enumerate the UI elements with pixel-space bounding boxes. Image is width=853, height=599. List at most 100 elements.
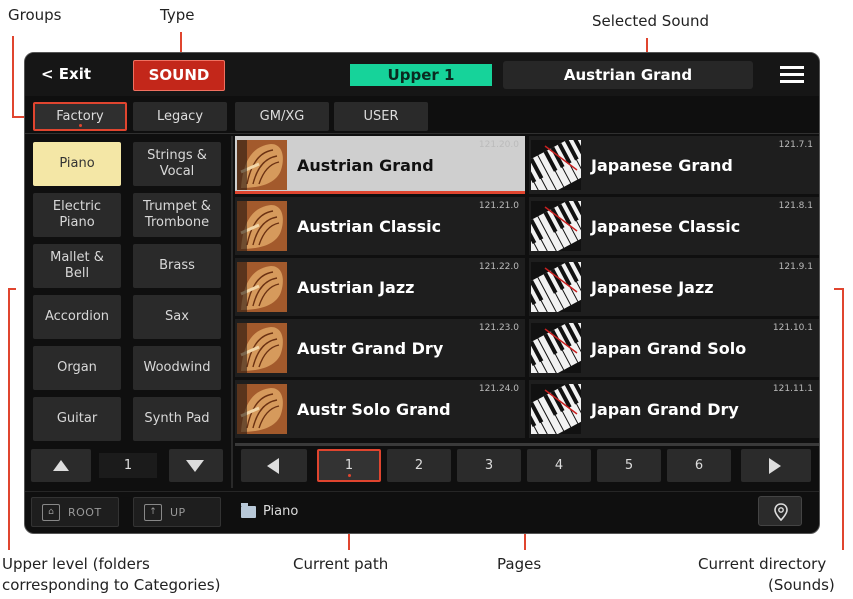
sound-name: Japanese Grand xyxy=(591,156,733,175)
sound-program-number: 121.21.0 xyxy=(478,201,519,211)
page-number: 5 xyxy=(624,458,634,473)
sound-program-number: 121.22.0 xyxy=(478,262,519,272)
category-button[interactable]: Strings & Vocal xyxy=(133,142,221,186)
exit-button[interactable]: < Exit xyxy=(41,65,91,83)
leader-upper-level xyxy=(8,288,10,550)
sound-program-number: 121.20.0 xyxy=(478,140,519,150)
sound-name: Japanese Classic xyxy=(591,217,741,236)
category-button[interactable]: Organ xyxy=(33,346,121,390)
page-next-button[interactable] xyxy=(741,449,811,482)
type-button[interactable]: SOUND xyxy=(133,60,225,91)
piano-keys-icon xyxy=(517,194,599,263)
folder-up-icon: ↑ xyxy=(144,504,162,521)
callout-type: Type xyxy=(160,6,195,24)
category-button[interactable]: Guitar xyxy=(33,397,121,441)
sound-name: Austrian Jazz xyxy=(297,278,415,297)
sound-name: Austr Grand Dry xyxy=(297,339,444,358)
sound-item[interactable]: Japanese Grand 121.7.1 xyxy=(517,133,819,202)
selected-sound-display[interactable]: Austrian Grand xyxy=(503,61,753,89)
category-button[interactable]: Synth Pad xyxy=(133,397,221,441)
current-path: Piano xyxy=(263,504,299,519)
root-label: ROOT xyxy=(68,506,102,519)
sound-program-number: 121.24.0 xyxy=(478,384,519,394)
sound-program-number: 121.10.1 xyxy=(772,323,813,333)
up-folder-button[interactable]: ↑ UP xyxy=(133,497,221,527)
sound-item[interactable]: Austrian Classic 121.21.0 xyxy=(235,197,525,255)
device-screen: < Exit SOUND Upper 1 Austrian Grand Fact… xyxy=(24,52,820,534)
sound-scrollbar[interactable] xyxy=(235,443,819,446)
arrow-left-icon xyxy=(267,458,279,474)
category-button[interactable]: Mallet & Bell xyxy=(33,244,121,288)
sound-item[interactable]: Japan Grand Solo 121.10.1 xyxy=(517,316,819,385)
tab-label: GM/XG xyxy=(259,109,305,124)
page-prev-button[interactable] xyxy=(241,449,307,482)
callout-groups: Groups xyxy=(8,6,62,24)
leader-current-directory xyxy=(842,288,844,550)
tab-factory[interactable]: Factory xyxy=(33,102,127,131)
sound-item[interactable]: Austrian Jazz 121.22.0 xyxy=(235,258,525,316)
page-button[interactable]: 5 xyxy=(597,449,661,482)
sound-name: Austrian Classic xyxy=(297,217,442,236)
sound-program-number: 121.9.1 xyxy=(778,262,813,272)
sound-name: Japan Grand Solo xyxy=(591,339,747,358)
folder-icon xyxy=(241,503,256,518)
callout-upper-level-2: corresponding to Categories) xyxy=(2,576,221,594)
tab-user[interactable]: USER xyxy=(334,102,428,131)
tab-legacy[interactable]: Legacy xyxy=(133,102,227,131)
page-number: 6 xyxy=(694,458,704,473)
navigation-row: 1 1 2 3 4 5 6 xyxy=(25,449,819,487)
category-down-button[interactable] xyxy=(169,449,223,482)
sound-program-number: 121.11.1 xyxy=(772,384,813,394)
grand-piano-icon xyxy=(237,384,287,434)
sound-program-number: 121.8.1 xyxy=(778,201,813,211)
callout-current-directory-1: Current directory xyxy=(698,555,827,573)
page-number: 3 xyxy=(484,458,494,473)
grand-piano-icon xyxy=(237,201,287,251)
keyboard-part-button[interactable]: Upper 1 xyxy=(350,64,492,86)
page-button[interactable]: 2 xyxy=(387,449,451,482)
sound-item[interactable]: Austrian Grand 121.20.0 xyxy=(235,136,525,194)
sound-item[interactable]: Austr Grand Dry 121.23.0 xyxy=(235,319,525,377)
sound-item[interactable]: Japanese Classic 121.8.1 xyxy=(517,194,819,263)
sound-program-number: 121.7.1 xyxy=(778,140,813,150)
hamburger-menu-icon[interactable] xyxy=(780,66,804,84)
piano-keys-icon xyxy=(517,316,599,385)
category-button[interactable]: Woodwind xyxy=(133,346,221,390)
location-pin-icon xyxy=(774,503,788,521)
up-label: UP xyxy=(170,506,186,519)
category-button[interactable]: Accordion xyxy=(33,295,121,339)
category-button[interactable]: Trumpet & Trombone xyxy=(133,193,221,237)
page-button[interactable]: 3 xyxy=(457,449,521,482)
piano-keys-icon xyxy=(517,255,599,324)
page-number: 4 xyxy=(554,458,564,473)
leader-current-directory-h xyxy=(834,288,844,290)
page-button[interactable]: 6 xyxy=(667,449,731,482)
sound-program-number: 121.23.0 xyxy=(478,323,519,333)
callout-pages: Pages xyxy=(497,555,542,573)
leader-upper-level-h xyxy=(8,288,16,290)
root-folder-button[interactable]: ⌂ ROOT xyxy=(31,497,119,527)
category-button[interactable]: Brass xyxy=(133,244,221,288)
tab-label: Factory xyxy=(56,109,104,124)
sound-item[interactable]: Japanese Jazz 121.9.1 xyxy=(517,255,819,324)
location-button[interactable] xyxy=(758,496,802,526)
sound-name: Austrian Grand xyxy=(297,156,434,175)
page-number: 1 xyxy=(344,458,354,473)
category-button[interactable]: Sax xyxy=(133,295,221,339)
page-button[interactable]: 1 xyxy=(317,449,381,482)
sound-name: Austr Solo Grand xyxy=(297,400,451,419)
piano-keys-icon xyxy=(517,377,599,446)
page-number: 2 xyxy=(414,458,424,473)
sound-item[interactable]: Japan Grand Dry 121.11.1 xyxy=(517,377,819,446)
category-panel: Piano Strings & Vocal Electric Piano Trumpe… xyxy=(25,136,228,442)
sound-name: Japan Grand Dry xyxy=(591,400,739,419)
arrow-up-icon xyxy=(53,460,69,471)
leader-groups xyxy=(12,36,14,118)
category-up-button[interactable] xyxy=(31,449,91,482)
category-button[interactable]: Electric Piano xyxy=(33,193,121,237)
category-button[interactable]: Piano xyxy=(33,142,121,186)
tab-gmxg[interactable]: GM/XG xyxy=(235,102,329,131)
callout-current-directory-2: (Sounds) xyxy=(768,576,835,594)
sound-item[interactable]: Austr Solo Grand 121.24.0 xyxy=(235,380,525,438)
page-button[interactable]: 4 xyxy=(527,449,591,482)
